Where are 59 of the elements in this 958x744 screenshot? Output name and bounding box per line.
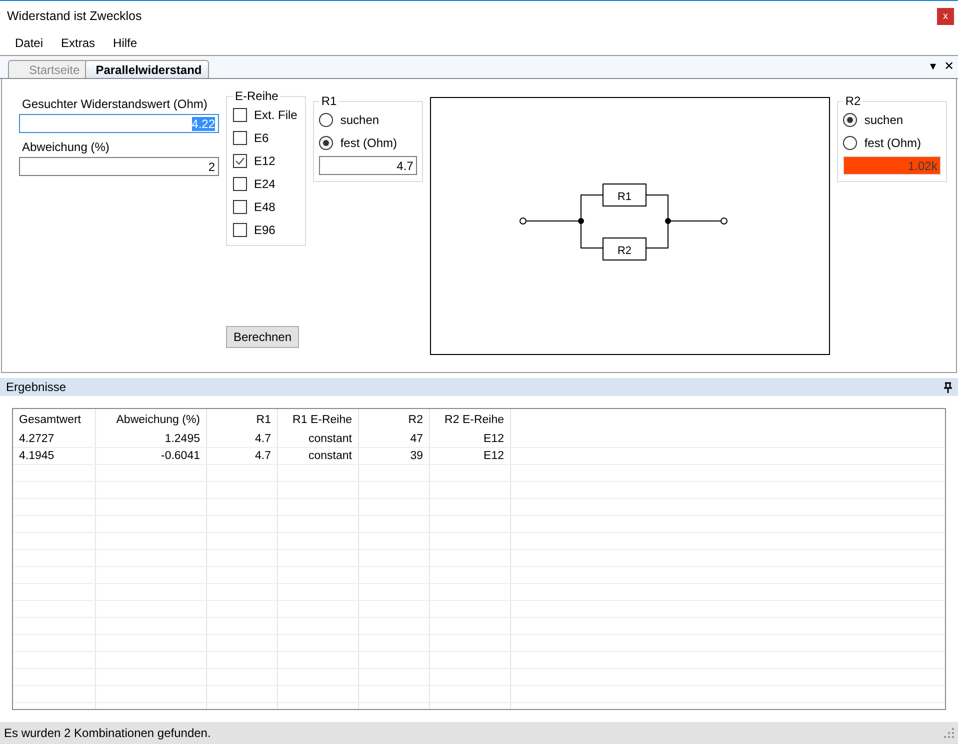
resize-grip-icon[interactable] [944,728,954,738]
table-cell: constant [278,431,358,448]
table-cell: 4.7 [206,448,278,464]
checkbox-label: E12 [254,154,276,168]
menu-item[interactable]: Hilfe [113,36,138,50]
radio-label: fest (Ohm) [340,136,398,150]
pin-icon[interactable] [944,382,952,392]
status-text: Es wurden 2 Kombinationen gefunden. [4,726,211,740]
close-button[interactable]: x [937,8,954,24]
checkbox[interactable] [233,130,247,144]
checkbox[interactable] [233,200,247,214]
column-header[interactable]: R1 E-Reihe [278,409,358,431]
resistor-label: R2 [618,245,632,257]
table-cell: -0.6041 [96,448,206,464]
window-title: Widerstand ist Zwecklos [7,9,143,23]
checkbox-label: E48 [254,200,276,214]
checkbox[interactable] [233,154,247,168]
input-field[interactable]: 4.7 [319,156,418,175]
radio-button[interactable] [843,112,858,126]
menu-item[interactable]: Datei [15,36,44,50]
input-field[interactable]: 2 [19,157,219,176]
checkbox[interactable] [233,176,247,190]
checkbox[interactable] [233,222,247,236]
column-header[interactable]: R1 [206,409,278,431]
radio-button[interactable] [319,112,334,126]
radio-label: fest (Ohm) [864,136,922,150]
radio-label: suchen [340,112,380,126]
table-cell: E12 [430,431,510,448]
group-title: E-Reihe [234,89,280,103]
calculate-button[interactable]: Berechnen [226,326,299,348]
table-cell: 4.1945 [13,448,96,464]
group-title: R1 [320,94,338,108]
column-header[interactable]: R2 [358,409,430,431]
resistor-label: R1 [618,191,632,203]
column-header[interactable]: Gesamtwert [13,409,96,431]
panel-title: Ergebnisse [6,380,66,394]
table-cell: 4.2727 [13,431,96,448]
column-header[interactable]: Abweichung (%) [96,409,206,431]
checkbox[interactable] [233,108,247,122]
radio-label: suchen [864,112,904,126]
field-label: Gesuchter Widerstandswert (Ohm) [21,97,208,111]
selected-text: 4.22 [192,117,215,131]
table-cell: 1.2495 [96,431,206,448]
radio-button[interactable] [843,136,858,150]
group-title: R2 [844,94,862,108]
table-cell: constant [278,448,358,464]
tab[interactable]: Parallelwiderstand [84,60,209,78]
checkbox-label: Ext. File [254,108,298,122]
checkbox-label: E6 [254,130,269,144]
menu-item[interactable]: Extras [61,36,96,50]
checkbox-label: E96 [254,222,276,236]
table-cell: 4.7 [206,431,278,448]
radio-button[interactable] [319,136,334,150]
table-cell: 47 [358,431,430,448]
field-label: Abweichung (%) [21,140,110,154]
table-cell: 39 [358,448,430,464]
column-header[interactable]: R2 E-Reihe [430,409,510,431]
checkbox-label: E24 [254,176,276,190]
table-cell: E12 [430,448,510,464]
